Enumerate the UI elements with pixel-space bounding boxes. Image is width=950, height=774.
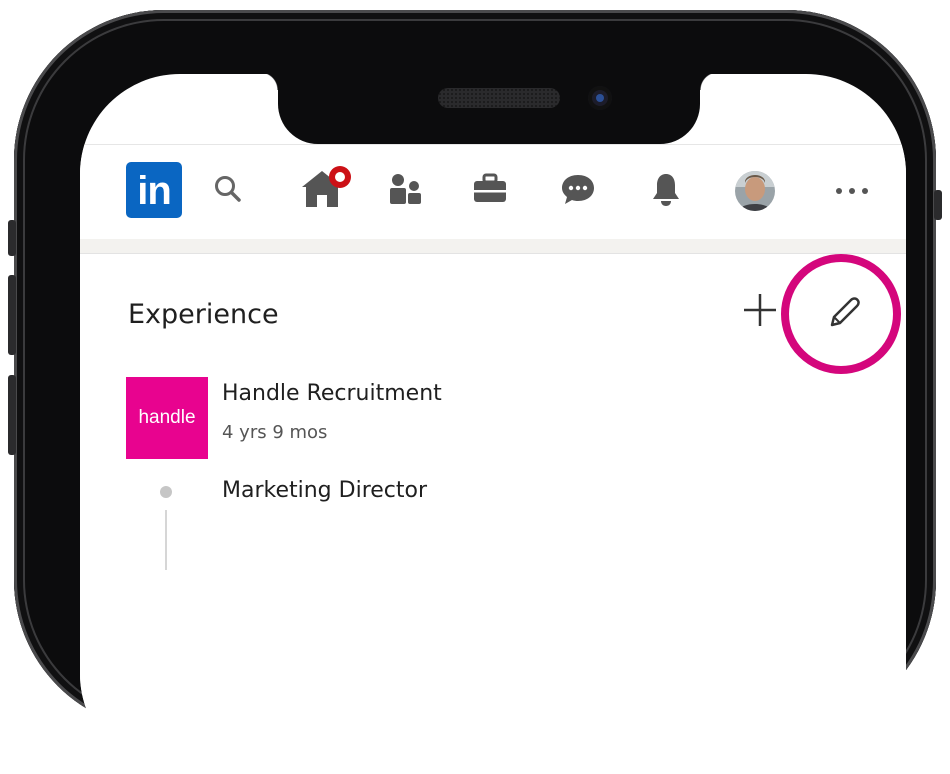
volume-down-button bbox=[8, 375, 16, 455]
phone-frame: in Experience handle Handle Recruitment … bbox=[8, 10, 942, 774]
search-icon[interactable] bbox=[208, 169, 248, 209]
home-icon[interactable] bbox=[296, 163, 352, 213]
plus-icon bbox=[744, 294, 776, 326]
highlight-circle bbox=[781, 254, 901, 374]
section-title: Experience bbox=[128, 299, 279, 330]
more-icon[interactable] bbox=[830, 171, 874, 211]
speaker-grille bbox=[438, 88, 560, 108]
front-camera bbox=[588, 86, 612, 110]
company-logo[interactable]: handle bbox=[126, 377, 208, 459]
jobs-icon[interactable] bbox=[468, 169, 512, 209]
timeline-dot bbox=[160, 486, 172, 498]
feed-background-band bbox=[80, 239, 906, 254]
notifications-icon[interactable] bbox=[644, 169, 688, 209]
phone-screen: in Experience handle Handle Recruitment … bbox=[80, 74, 906, 774]
experience-section: Experience handle Handle Recruitment 4 y… bbox=[80, 254, 906, 774]
employment-duration: 4 yrs 9 mos bbox=[222, 422, 328, 443]
linkedin-logo[interactable]: in bbox=[126, 162, 182, 218]
company-name[interactable]: Handle Recruitment bbox=[222, 381, 442, 406]
mute-switch bbox=[8, 220, 16, 256]
role-title[interactable]: Marketing Director bbox=[222, 478, 427, 503]
timeline-line bbox=[165, 510, 167, 570]
volume-up-button bbox=[8, 275, 16, 355]
profile-avatar[interactable] bbox=[733, 169, 777, 213]
add-experience-button[interactable] bbox=[740, 290, 780, 330]
messaging-icon[interactable] bbox=[556, 169, 600, 209]
my-network-icon[interactable] bbox=[384, 170, 428, 210]
top-nav-bar: in bbox=[80, 144, 906, 240]
power-button bbox=[934, 190, 942, 220]
phone-notch bbox=[260, 72, 718, 144]
